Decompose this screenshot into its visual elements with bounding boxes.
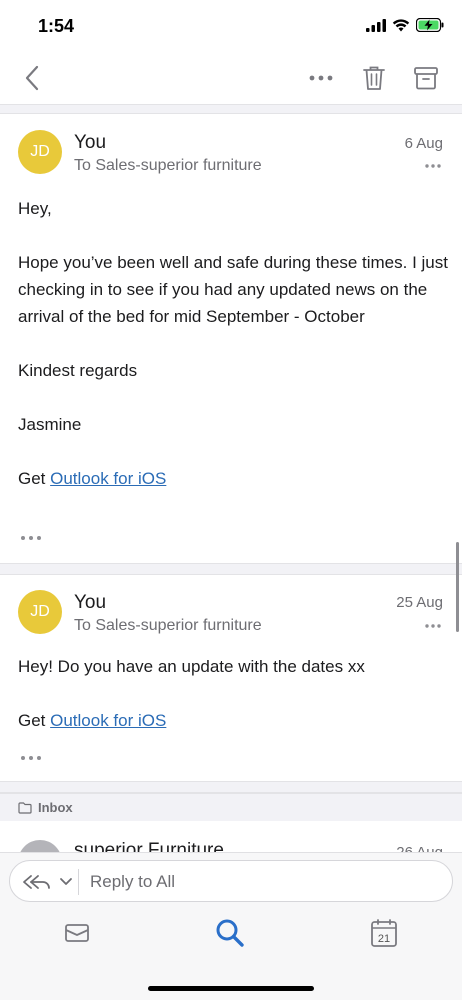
sender-name: You — [74, 132, 107, 153]
message-more-icon[interactable] — [424, 623, 442, 629]
outlook-ios-link[interactable]: Outlook for iOS — [50, 711, 166, 730]
message-separator — [0, 781, 462, 793]
body-paragraph: Hey! Do you have an update with the date… — [18, 657, 365, 676]
outlook-footer: Get Outlook for iOS — [18, 707, 448, 734]
status-time: 1:54 — [38, 16, 75, 36]
signal-icon — [366, 18, 386, 32]
signoff: Kindest regards — [18, 361, 138, 380]
next-message-row[interactable]: superior Furniture 26 Aug — [0, 822, 462, 854]
status-icons — [366, 18, 444, 32]
message-separator — [0, 104, 462, 114]
message-date: 25 Aug — [396, 594, 443, 611]
battery-charging-icon — [416, 18, 444, 32]
scroll-indicator — [456, 542, 459, 632]
message-card: JD You To Sales-superior furniture 6 Aug… — [0, 115, 462, 563]
message-separator — [0, 563, 462, 575]
message-date: 6 Aug — [404, 135, 443, 152]
recipient-line: To Sales-superior furniture — [74, 157, 262, 174]
message-body: Hey! Do you have an update with the date… — [18, 653, 448, 734]
outlook-footer: Get Outlook for iOS — [18, 465, 448, 492]
archive-icon[interactable] — [412, 64, 440, 92]
chevron-down-icon — [60, 878, 72, 885]
folder-icon — [18, 801, 32, 814]
home-indicator — [148, 986, 314, 991]
status-bar: 1:54 — [0, 0, 462, 52]
folder-name: Inbox — [38, 800, 73, 815]
calendar-day: 21 — [378, 933, 390, 945]
folder-label: Inbox — [0, 793, 462, 821]
footer-prefix: Get — [18, 469, 51, 488]
footer-prefix: Get — [18, 711, 51, 730]
sender-name: You — [74, 592, 107, 613]
reply-all-icon[interactable] — [20, 870, 78, 894]
mail-tab-icon[interactable] — [61, 917, 93, 949]
calendar-tab-icon[interactable]: 21 — [368, 917, 400, 949]
reply-all-field[interactable]: Reply to All — [9, 860, 453, 902]
wifi-icon — [392, 19, 410, 32]
greeting: Hey, — [18, 199, 52, 218]
body-paragraph: Hope you’ve been well and safe during th… — [18, 253, 448, 326]
message-body: Hey, Hope you’ve been well and safe duri… — [18, 195, 448, 492]
avatar[interactable]: JD — [18, 590, 62, 634]
message-toolbar — [0, 52, 462, 104]
search-tab-icon[interactable] — [214, 917, 246, 949]
trash-icon[interactable] — [361, 64, 387, 92]
bottom-bar: Reply to All 21 — [0, 852, 462, 1000]
message-card: JD You To Sales-superior furniture 25 Au… — [0, 576, 462, 781]
show-quoted-icon[interactable] — [20, 535, 42, 541]
message-more-icon[interactable] — [424, 163, 442, 169]
back-chevron-icon[interactable] — [20, 64, 46, 92]
show-quoted-icon[interactable] — [20, 755, 42, 761]
avatar[interactable]: JD — [18, 130, 62, 174]
divider — [78, 869, 79, 895]
reply-all-label[interactable]: Reply to All — [90, 872, 175, 892]
outlook-ios-link[interactable]: Outlook for iOS — [50, 469, 166, 488]
more-options-icon[interactable] — [306, 66, 336, 90]
signature: Jasmine — [18, 415, 82, 434]
recipient-line: To Sales-superior furniture — [74, 617, 262, 634]
